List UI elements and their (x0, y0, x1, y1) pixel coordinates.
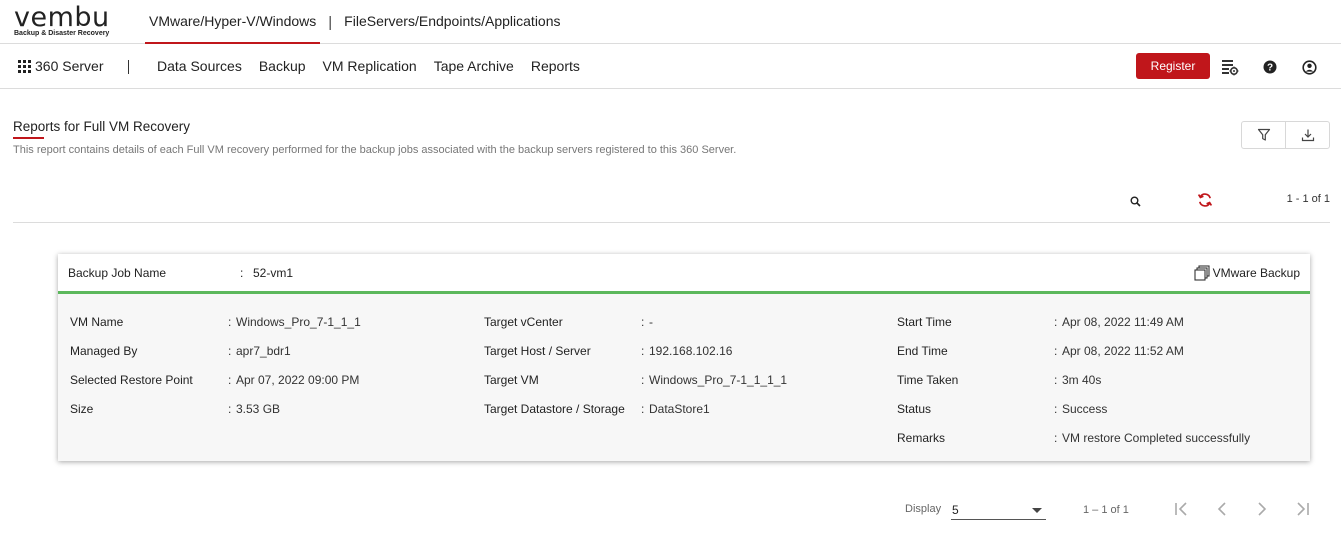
field-label-vm-name: VM Name (70, 315, 124, 329)
nav-menu: Data Sources Backup VM Replication Tape … (157, 58, 597, 74)
field-value-target-vcenter: - (649, 315, 653, 329)
top-bar: vembu Backup & Disaster Recovery VMware/… (0, 0, 1341, 44)
field-colon: : (228, 344, 232, 358)
job-name-value: 52-vm1 (253, 266, 294, 280)
vmware-icon (1194, 265, 1210, 281)
field-value-managed-by: apr7_bdr1 (236, 344, 291, 358)
field-colon: : (1054, 402, 1058, 416)
nav-item-tape-archive[interactable]: Tape Archive (434, 58, 514, 74)
page-size-select[interactable]: 5 (951, 500, 1046, 520)
job-name-colon: : (240, 266, 244, 280)
svg-text:?: ? (1267, 63, 1273, 74)
last-page-icon (1297, 502, 1309, 516)
search-icon[interactable] (1126, 192, 1144, 210)
card-header: Backup Job Name : 52-vm1 VMware Backup (58, 254, 1310, 294)
grid-icon (18, 59, 31, 73)
field-colon: : (641, 402, 645, 416)
main-nav-bar: 360 Server Data Sources Backup VM Replic… (0, 44, 1341, 89)
field-label-restore-point: Selected Restore Point (70, 373, 193, 387)
account-icon[interactable] (1299, 57, 1319, 77)
field-value-remarks: VM restore Completed successfully (1062, 431, 1251, 445)
report-settings-icon[interactable] (1220, 57, 1240, 77)
page-title: Reports for Full VM Recovery (13, 119, 191, 134)
field-value-vm-name: Windows_Pro_7-1_1_1 (236, 315, 361, 329)
title-underline (13, 137, 44, 139)
field-value-start-time: Apr 08, 2022 11:49 AM (1062, 315, 1184, 329)
page-size-value: 5 (952, 503, 959, 517)
vembu-logo[interactable]: vembu Backup & Disaster Recovery (14, 2, 124, 40)
field-colon: : (228, 315, 232, 329)
display-label: Display (905, 503, 942, 515)
field-label-end-time: End Time (897, 344, 948, 358)
field-value-target-datastore: DataStore1 (649, 402, 710, 416)
tab-fileservers-endpoints-applications[interactable]: FileServers/Endpoints/Applications (340, 0, 564, 44)
divider (13, 222, 1330, 223)
field-value-status: Success (1062, 402, 1108, 416)
nav-divider (128, 60, 129, 74)
refresh-icon[interactable] (1195, 190, 1215, 210)
top-pagination-info: 1 - 1 of 1 (1286, 193, 1330, 205)
backup-type-label: VMware Backup (1212, 266, 1300, 280)
field-label-managed-by: Managed By (70, 344, 138, 358)
first-page-button[interactable] (1172, 499, 1192, 519)
field-colon: : (1054, 344, 1058, 358)
next-page-button[interactable] (1252, 499, 1272, 519)
first-page-icon (1175, 502, 1187, 516)
field-value-size: 3.53 GB (236, 402, 281, 416)
chevron-right-icon (1258, 502, 1267, 516)
product-tabs: VMware/Hyper-V/Windows | FileServers/End… (145, 0, 565, 44)
report-actions (1241, 121, 1330, 149)
filter-icon (1257, 128, 1270, 141)
field-colon: : (1054, 373, 1058, 387)
field-colon: : (641, 373, 645, 387)
field-label-status: Status (897, 402, 932, 416)
filter-button[interactable] (1242, 122, 1285, 148)
backup-type: VMware Backup (1194, 265, 1300, 281)
field-colon: : (641, 344, 645, 358)
nav-item-backup[interactable]: Backup (259, 58, 306, 74)
nav-item-data-sources[interactable]: Data Sources (157, 58, 242, 74)
page-description: This report contains details of each Ful… (13, 144, 737, 156)
download-icon (1301, 129, 1314, 142)
field-label-time-taken: Time Taken (897, 373, 959, 387)
field-colon: : (1054, 315, 1058, 329)
logo-wordmark: vembu (14, 2, 110, 33)
pagination-range: 1 – 1 of 1 (1083, 504, 1129, 516)
field-value-time-taken: 3m 40s (1062, 373, 1102, 387)
recovery-report-card: Backup Job Name : 52-vm1 VMware Backup V… (58, 254, 1310, 461)
field-value-end-time: Apr 08, 2022 11:52 AM (1062, 344, 1184, 358)
field-label-target-vcenter: Target vCenter (484, 315, 563, 329)
field-label-size: Size (70, 402, 94, 416)
field-label-remarks: Remarks (897, 431, 946, 445)
logo-tagline: Backup & Disaster Recovery (14, 30, 110, 37)
chevron-left-icon (1217, 502, 1226, 516)
last-page-button[interactable] (1292, 499, 1312, 519)
field-label-start-time: Start Time (897, 315, 952, 329)
tab-separator: | (328, 13, 333, 31)
tab-vmware-hyperv-windows[interactable]: VMware/Hyper-V/Windows (145, 0, 321, 44)
field-value-restore-point: Apr 07, 2022 09:00 PM (236, 373, 360, 387)
nav-item-reports[interactable]: Reports (531, 58, 580, 74)
chevron-down-icon (1032, 508, 1042, 513)
server-menu[interactable]: 360 Server (18, 58, 103, 74)
field-value-target-vm: Windows_Pro_7-1_1_1_1 (649, 373, 788, 387)
register-button[interactable]: Register (1136, 53, 1210, 79)
field-colon: : (228, 373, 232, 387)
field-colon: : (228, 402, 232, 416)
help-icon[interactable]: ? (1260, 57, 1280, 77)
server-label: 360 Server (35, 58, 104, 74)
field-value-target-host: 192.168.102.16 (649, 344, 733, 358)
previous-page-button[interactable] (1212, 499, 1232, 519)
field-label-target-host: Target Host / Server (484, 344, 591, 358)
job-name-label: Backup Job Name (68, 266, 167, 280)
download-button[interactable] (1285, 122, 1329, 148)
field-label-target-vm: Target VM (484, 373, 539, 387)
field-colon: : (1054, 431, 1058, 445)
field-label-target-datastore: Target Datastore / Storage (484, 402, 625, 416)
nav-item-vm-replication[interactable]: VM Replication (323, 58, 417, 74)
field-colon: : (641, 315, 645, 329)
